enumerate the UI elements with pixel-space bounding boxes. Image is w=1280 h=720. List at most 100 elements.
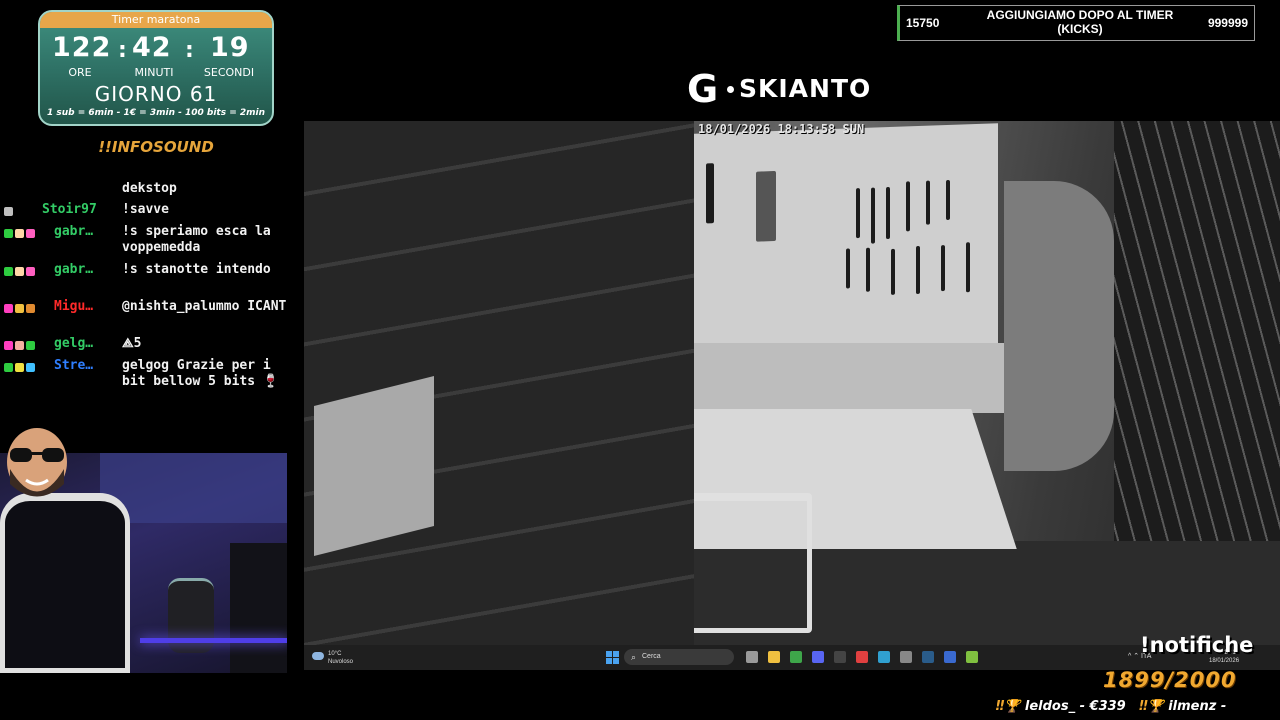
obs-icon[interactable] <box>834 651 846 663</box>
logo-name: SKIANTO <box>739 74 872 103</box>
task-view-icon[interactable] <box>746 651 758 663</box>
ticker-user: ilmenz <box>1168 699 1217 714</box>
kicks-goal-bar: 15750 AGGIUNGIAMO DOPO AL TIMER (KICKS) … <box>897 5 1255 41</box>
search-icon: ⌕ <box>631 652 637 662</box>
chat-text: @nishta_palummo ICANT <box>122 299 287 314</box>
minutes-label: MINUTI <box>134 66 174 79</box>
chat-badges <box>4 361 40 373</box>
chat-badges <box>4 265 40 277</box>
marathon-timer: Timer maratona 122 : 42 : 19 ORE MINUTI … <box>38 10 274 126</box>
app-r-icon[interactable] <box>944 651 956 663</box>
timer-separator: : <box>185 38 195 63</box>
chat-username[interactable]: Migu… <box>54 299 114 314</box>
wrench-icon <box>946 179 950 221</box>
badge-icon <box>15 304 24 313</box>
goal-target: 999999 <box>1207 16 1248 30</box>
chat-text: ⟁5 <box>122 336 142 351</box>
badge-icon <box>4 304 13 313</box>
streamer-avatar <box>7 428 67 497</box>
clock-date: 18/01/2026 <box>1209 658 1240 664</box>
steam-icon[interactable] <box>922 651 934 663</box>
cloud-icon[interactable] <box>312 652 324 660</box>
goal-title: AGGIUNGIAMO DOPO AL TIMER (KICKS) <box>986 8 1174 36</box>
timer-units: ORE MINUTI SECONDI <box>40 66 272 79</box>
wrench-icon <box>856 188 860 239</box>
camera-shelving <box>304 121 694 645</box>
chat-badges <box>4 302 40 314</box>
timer-digits: 122 : 42 : 19 <box>40 32 272 64</box>
badge-icon <box>15 229 24 238</box>
chat-text: gelgog Grazie per i bit bellow 5 bits 🍷 <box>122 358 280 389</box>
badge-icon <box>4 207 13 216</box>
camera-timestamp: 18/01/2026 18:13:58 SUN <box>698 122 865 136</box>
camera-box <box>314 376 434 556</box>
chrome-icon[interactable] <box>790 651 802 663</box>
camera-desk-front <box>684 343 1004 413</box>
timer-rates: 1 sub = 6min - 1€ = 3min - 100 bits = 2m… <box>46 108 266 118</box>
wrench-icon <box>871 187 875 244</box>
chat-username[interactable]: gabr… <box>54 224 114 239</box>
ticker-amount: €339 <box>1089 699 1126 714</box>
hours-label: ORE <box>68 66 92 79</box>
notifiche-label: !notifiche <box>1140 633 1254 657</box>
app-grey-icon[interactable] <box>900 651 912 663</box>
trophy-icon: ‼🏆 <box>1139 699 1164 714</box>
badge-icon <box>15 267 24 276</box>
weather-temp: 10°C <box>328 651 342 657</box>
chat-username[interactable]: Stoir97 <box>42 202 118 217</box>
timer-hours: 122 <box>52 32 112 63</box>
chat-username[interactable]: gabr… <box>54 262 114 277</box>
file-explorer-icon[interactable] <box>768 651 780 663</box>
wrench-icon <box>886 186 890 240</box>
taskbar-search[interactable]: ⌕ Cerca <box>624 649 734 665</box>
badge-icon <box>26 267 35 276</box>
timer-minutes: 42 <box>132 32 172 63</box>
screwdriver-icon <box>966 242 970 293</box>
screwdriver-icon <box>846 248 850 289</box>
timer-day: GIORNO 61 <box>94 82 218 106</box>
infosound-label: !!INFOSOUND <box>98 138 214 156</box>
chat-username[interactable]: Stre… <box>54 358 114 373</box>
start-button[interactable] <box>606 651 619 664</box>
timer-separator: : <box>118 38 128 63</box>
hammer-icon <box>706 163 714 224</box>
badge-icon <box>15 341 24 350</box>
search-placeholder: Cerca <box>642 653 661 660</box>
badge-icon <box>4 341 13 350</box>
badge-icon <box>26 229 35 238</box>
glove-icon <box>756 170 776 242</box>
chat-text: dekstop <box>122 181 177 196</box>
chat-username[interactable]: gelg… <box>54 336 114 351</box>
badge-icon <box>4 267 13 276</box>
chat-badges <box>4 205 40 217</box>
badge-icon <box>26 363 35 372</box>
app-green-icon[interactable] <box>966 651 978 663</box>
ticker-user: leldos_ <box>1024 699 1076 714</box>
screwdriver-icon <box>941 245 945 292</box>
badge-icon <box>26 341 35 350</box>
chat-text: !savve <box>122 202 169 217</box>
webcam-shelf <box>230 543 287 673</box>
logo-dot <box>727 86 734 93</box>
seconds-label: SECONDI <box>203 66 255 79</box>
screwdriver-icon <box>916 245 920 295</box>
sub-counter: 1899/2000 <box>1103 668 1237 692</box>
badge-icon <box>26 304 35 313</box>
timer-title: Timer maratona <box>40 12 272 28</box>
weather-desc: Nuvoloso <box>328 659 354 665</box>
trophy-icon: ‼🏆 <box>996 699 1021 714</box>
camera-pegboard <box>666 123 998 359</box>
globe-icon[interactable] <box>878 651 890 663</box>
skianto-logo: G SKIANTO <box>687 67 902 111</box>
weather-widget[interactable]: 10°C Nuvoloso <box>328 650 353 666</box>
badge-icon <box>4 229 13 238</box>
discord-icon[interactable] <box>812 651 824 663</box>
windows-taskbar: 10°C Nuvoloso ⌕ Cerca ^ ⌃ ITA 18:13 18/0… <box>304 645 1280 670</box>
badge-icon <box>15 363 24 372</box>
chat-badges <box>4 339 40 351</box>
wrench-icon <box>926 180 930 225</box>
app-red-icon[interactable] <box>856 651 868 663</box>
security-camera-feed: 18/01/2026 18:13:58 SUN <box>304 121 1280 645</box>
wrench-icon <box>906 181 910 232</box>
webcam-chair <box>0 493 130 673</box>
